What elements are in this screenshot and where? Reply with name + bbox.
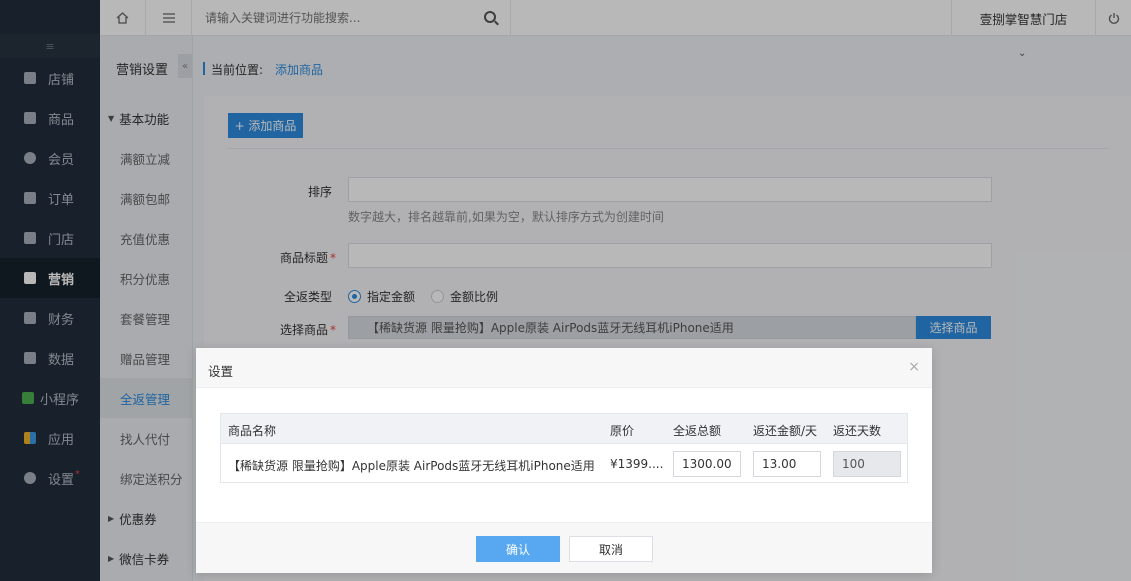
confirm-button[interactable]: 确认 xyxy=(476,536,560,562)
column-header-price: 原价 xyxy=(610,424,635,438)
product-table: 商品名称 原价 全返总额 返还金额/天 返还天数 【稀缺货源 限量抢购】Appl… xyxy=(220,413,908,483)
row-product-name: 【稀缺货源 限量抢购】Apple原装 AirPods蓝牙无线耳机iPhone适用 xyxy=(228,459,595,473)
settings-dialog: 设置 × 商品名称 原价 全返总额 返还金额/天 返还天数 【稀缺货源 限量抢购… xyxy=(196,348,932,573)
close-icon[interactable]: × xyxy=(908,359,920,375)
column-header-days: 返还天数 xyxy=(833,424,882,438)
dialog-footer: 确认 取消 xyxy=(196,522,932,573)
column-header-name: 商品名称 xyxy=(228,424,277,438)
dialog-header: 设置 × xyxy=(196,348,932,388)
return-days-field: 100 xyxy=(833,451,901,477)
dialog-title: 设置 xyxy=(208,364,234,379)
total-return-input[interactable]: 1300.00 xyxy=(673,451,741,477)
cancel-button[interactable]: 取消 xyxy=(569,536,653,562)
row-price: ¥1399.... xyxy=(610,457,664,471)
column-header-per-day: 返还金额/天 xyxy=(753,424,818,438)
per-day-input[interactable]: 13.00 xyxy=(753,451,821,477)
column-header-total: 全返总额 xyxy=(673,424,722,438)
